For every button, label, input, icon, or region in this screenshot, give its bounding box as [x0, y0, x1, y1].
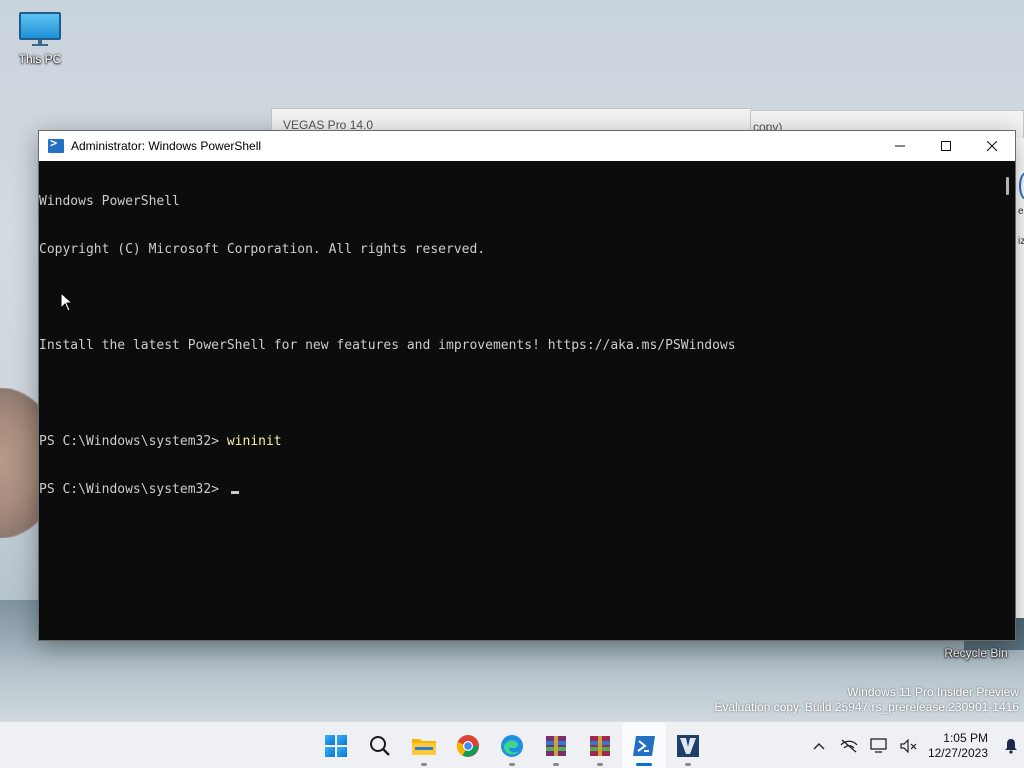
console-line: Install the latest PowerShell for new fe…	[39, 338, 736, 353]
winrar-icon	[546, 735, 566, 756]
command-text: wininit	[226, 434, 282, 449]
console-output[interactable]: Windows PowerShell Copyright (C) Microso…	[39, 161, 999, 640]
text-cursor	[230, 491, 239, 494]
vegas-pro-icon	[677, 734, 699, 757]
tray-volume-button[interactable]	[894, 722, 924, 768]
display-icon	[870, 737, 887, 753]
edge-icon	[501, 734, 523, 757]
clock-date: 12/27/2023	[927, 745, 988, 760]
background-window-strip[interactable]: e iz	[1015, 138, 1024, 618]
taskbar-file-explorer[interactable]	[402, 722, 446, 768]
taskbar-powershell[interactable]	[622, 722, 666, 768]
chrome-icon	[456, 734, 479, 757]
console-input-line[interactable]: PS C:\Windows\system32>	[39, 482, 999, 498]
desktop-icon-this-pc[interactable]: This PC	[8, 10, 72, 66]
windows-logo-icon	[325, 734, 347, 757]
tray-network-button[interactable]	[834, 722, 864, 768]
taskbar-chrome[interactable]	[446, 722, 490, 768]
tray-overflow-button[interactable]	[804, 722, 834, 768]
clock-time: 1:05 PM	[943, 730, 988, 745]
console-command-line: PS C:\Windows\system32> wininit	[39, 434, 999, 450]
taskbar-winrar-2[interactable]	[578, 722, 622, 768]
system-tray: 1:05 PM 12/27/2023	[804, 722, 1024, 768]
bell-icon	[1005, 738, 1017, 754]
start-button[interactable]	[314, 722, 358, 768]
close-icon	[987, 141, 997, 151]
taskbar-edge[interactable]	[490, 722, 534, 768]
mouse-pointer-icon	[60, 292, 74, 312]
console-line: Windows PowerShell	[39, 194, 180, 209]
search-button[interactable]	[358, 722, 402, 768]
monitor-icon	[19, 12, 61, 40]
taskbar-winrar[interactable]	[534, 722, 578, 768]
title-bar[interactable]: Administrator: Windows PowerShell	[39, 131, 1015, 161]
notification-button[interactable]	[998, 722, 1024, 768]
minimize-button[interactable]	[877, 131, 923, 161]
desktop-icon-label: This PC	[18, 52, 62, 66]
taskbar: 1:05 PM 12/27/2023	[0, 721, 1024, 768]
powershell-icon	[48, 136, 64, 153]
console-line: Copyright (C) Microsoft Corporation. All…	[39, 242, 486, 257]
minimize-icon	[895, 145, 905, 147]
scrollbar-thumb[interactable]	[1006, 177, 1009, 195]
search-icon	[370, 735, 390, 756]
speaker-muted-icon	[900, 738, 917, 753]
maximize-icon	[941, 141, 951, 151]
vertical-scrollbar[interactable]	[999, 161, 1015, 640]
powershell-icon	[633, 735, 655, 756]
tray-display-button[interactable]	[864, 722, 894, 768]
winrar-icon	[590, 735, 610, 756]
window-title: Administrator: Windows PowerShell	[71, 139, 262, 153]
maximize-button[interactable]	[923, 131, 969, 161]
taskbar-vegas-pro[interactable]	[666, 722, 710, 768]
taskbar-clock[interactable]: 1:05 PM 12/27/2023	[924, 731, 998, 761]
prompt: PS C:\Windows\system32>	[39, 482, 227, 497]
chevron-up-icon	[813, 742, 825, 749]
prompt: PS C:\Windows\system32>	[39, 434, 227, 449]
close-button[interactable]	[969, 131, 1015, 161]
folder-icon	[412, 738, 436, 755]
network-disconnected-icon	[840, 739, 858, 752]
evaluation-watermark: Windows 11 Pro Insider Preview Evaluatio…	[714, 685, 1019, 714]
app-logo-icon	[1019, 172, 1024, 200]
desktop-icon-recycle-bin[interactable]: Recycle Bin	[936, 646, 1016, 660]
powershell-window[interactable]: Administrator: Windows PowerShell Window…	[38, 130, 1016, 641]
